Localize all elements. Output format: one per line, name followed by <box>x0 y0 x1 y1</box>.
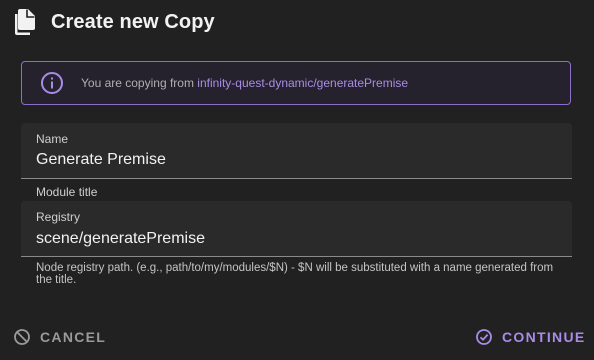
registry-helper-text: Node registry path. (e.g., path/to/my/mo… <box>36 262 554 286</box>
name-field-label: Name <box>36 132 69 146</box>
name-field[interactable]: Name Generate Premise <box>21 123 572 179</box>
info-icon <box>40 71 64 95</box>
create-copy-dialog: Create new Copy You are copying from inf… <box>0 0 594 360</box>
copy-source-alert: You are copying from infinity-quest-dyna… <box>21 61 571 105</box>
registry-field[interactable]: Registry scene/generatePremise <box>21 201 572 257</box>
name-input[interactable]: Generate Premise <box>36 151 166 169</box>
alert-prefix: You are copying from <box>81 76 198 90</box>
registry-input[interactable]: scene/generatePremise <box>36 230 205 248</box>
file-copy-icon <box>13 8 37 36</box>
dialog-title: Create new Copy <box>51 10 215 33</box>
source-link[interactable]: infinity-quest-dynamic/generatePremise <box>197 76 408 90</box>
cancel-label: CANCEL <box>40 329 107 345</box>
check-circle-icon <box>475 328 493 346</box>
registry-field-label: Registry <box>36 210 81 224</box>
dialog-header: Create new Copy <box>13 8 215 36</box>
continue-label: CONTINUE <box>502 329 586 345</box>
block-icon <box>13 328 31 346</box>
alert-message: You are copying from infinity-quest-dyna… <box>81 76 408 90</box>
cancel-button[interactable]: CANCEL <box>13 323 106 351</box>
module-title-label: Module title <box>36 185 98 199</box>
continue-button[interactable]: CONTINUE <box>475 323 586 351</box>
